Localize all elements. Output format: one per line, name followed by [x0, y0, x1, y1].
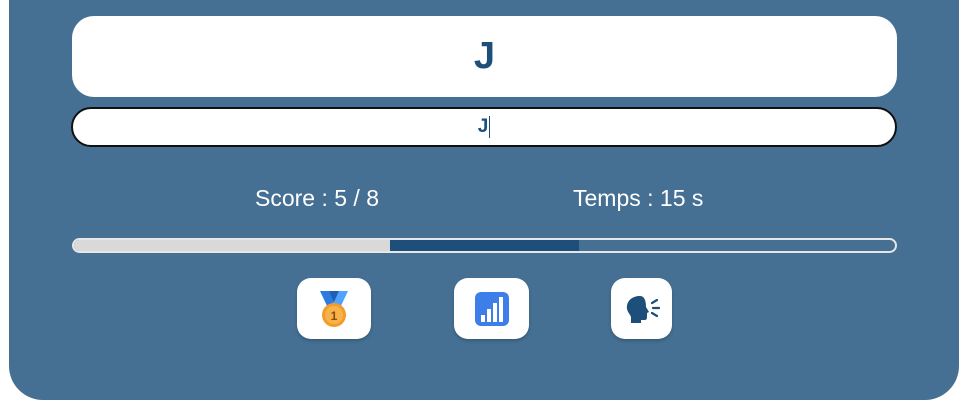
bar-chart-icon — [474, 291, 509, 326]
answer-input[interactable]: J — [71, 107, 897, 147]
timer-label: Temps : 15 s — [573, 185, 704, 211]
progress-done — [74, 240, 391, 251]
answer-value: J — [477, 116, 489, 137]
stats-button[interactable] — [454, 278, 529, 339]
svg-text:1: 1 — [331, 309, 338, 323]
prompt-letter: J — [473, 35, 496, 77]
speaking-head-icon — [626, 295, 660, 323]
text-caret — [489, 116, 491, 138]
medal-icon: 1 — [320, 290, 348, 327]
medal-button[interactable]: 1 — [297, 278, 371, 339]
speak-button[interactable] — [611, 278, 672, 339]
prompt-card: J — [72, 16, 897, 97]
progress-current — [390, 240, 579, 251]
score-label: Score : 5 / 8 — [255, 185, 380, 211]
progress-bar — [72, 238, 897, 253]
